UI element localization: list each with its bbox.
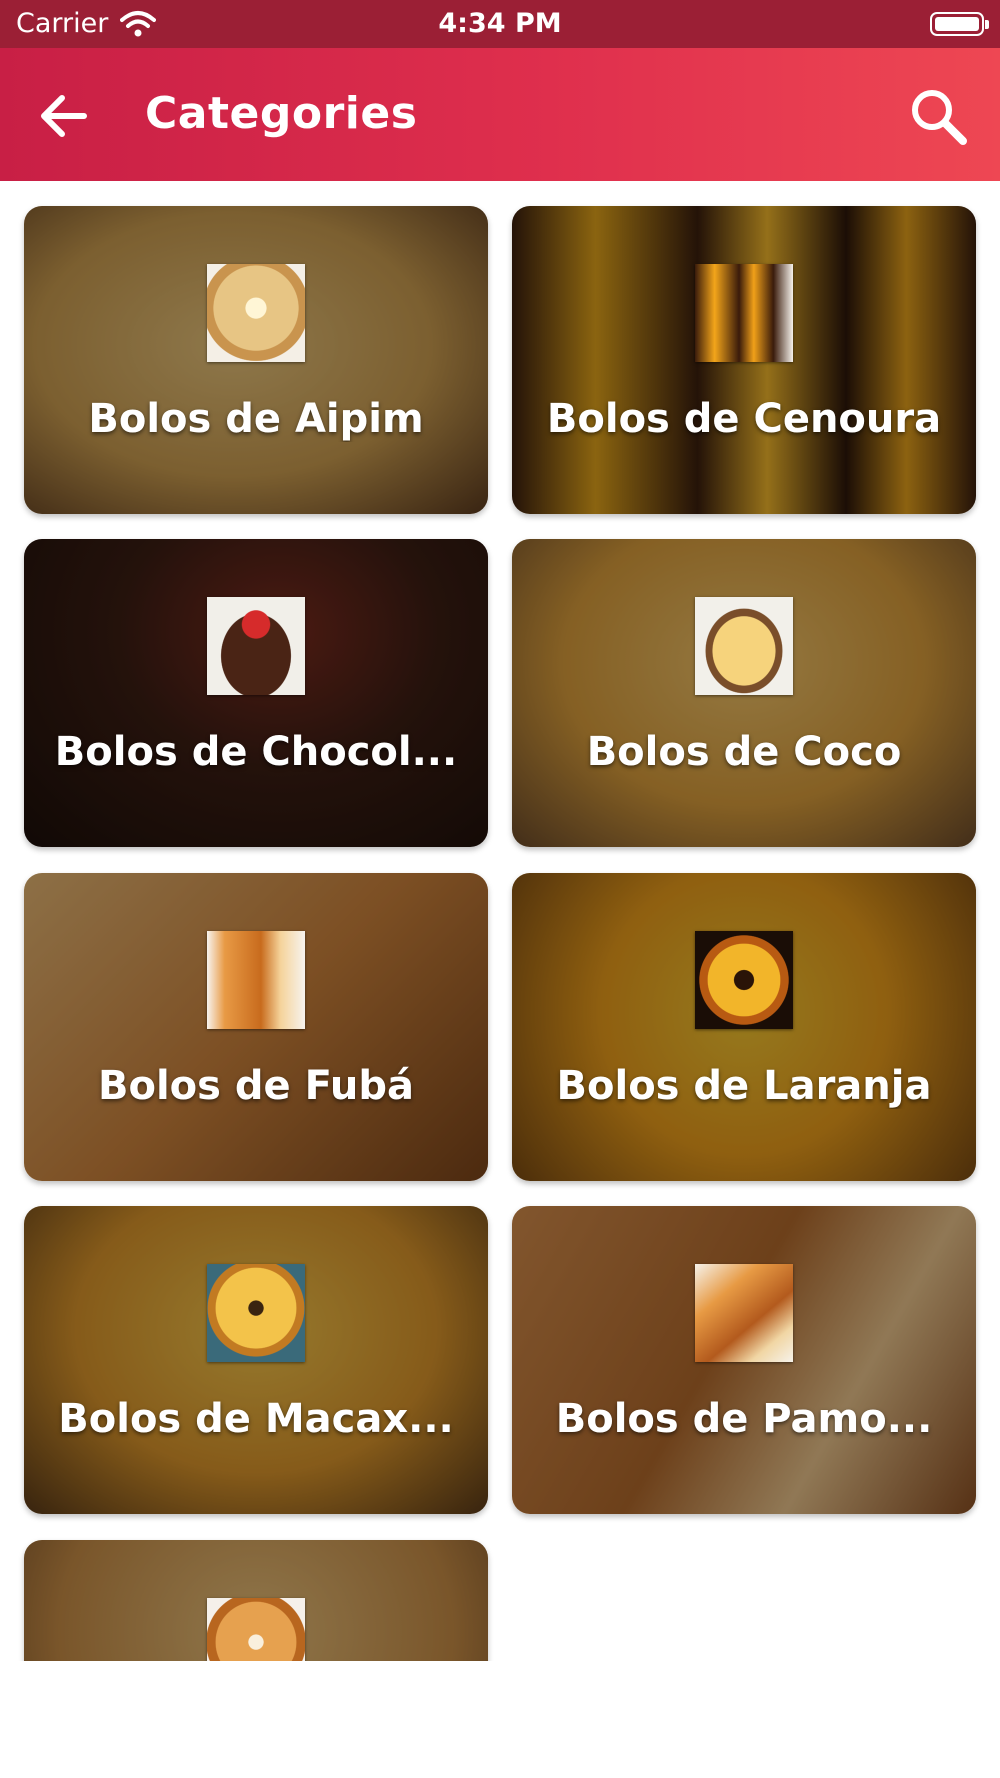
category-label: Bolos de Cenoura — [546, 396, 942, 442]
category-thumbnail — [695, 931, 793, 1029]
category-card[interactable] — [24, 1540, 488, 1661]
category-label: Bolos de Fubá — [97, 1063, 414, 1109]
category-label: Bolos de Pamo... — [555, 1396, 933, 1442]
category-thumbnail — [207, 1264, 305, 1362]
app-bar: Categories — [0, 48, 1000, 181]
category-card[interactable]: Bolos de Aipim — [24, 206, 488, 514]
status-time: 4:34 PM — [438, 8, 562, 39]
category-label: Bolos de Laranja — [556, 1063, 932, 1109]
category-thumbnail — [695, 264, 793, 362]
battery-icon — [930, 12, 989, 36]
category-label: Bolos de Chocol... — [54, 729, 458, 775]
category-thumbnail — [207, 1598, 305, 1661]
arrow-left-icon[interactable] — [36, 88, 92, 144]
status-bar: Carrier 4:34 PM — [0, 0, 1000, 48]
category-card[interactable]: Bolos de Macax... — [24, 1206, 488, 1514]
category-thumbnail — [207, 931, 305, 1029]
page-title: Categories — [145, 88, 418, 139]
category-thumbnail — [695, 597, 793, 695]
category-thumbnail — [695, 1264, 793, 1362]
category-card[interactable]: Bolos de Coco — [512, 539, 976, 847]
category-label: Bolos de Aipim — [88, 396, 424, 442]
category-grid: Bolos de Aipim Bolos de Cenoura Bolos de… — [0, 181, 1000, 1661]
category-thumbnail — [207, 597, 305, 695]
category-card[interactable]: Bolos de Cenoura — [512, 206, 976, 514]
category-label: Bolos de Coco — [586, 729, 902, 775]
category-card[interactable]: Bolos de Fubá — [24, 873, 488, 1181]
search-icon[interactable] — [906, 84, 970, 148]
category-card[interactable]: Bolos de Laranja — [512, 873, 976, 1181]
category-label: Bolos de Macax... — [58, 1396, 454, 1442]
bottom-blank-area — [0, 1661, 1000, 1778]
category-card[interactable]: Bolos de Chocol... — [24, 539, 488, 847]
category-card[interactable]: Bolos de Pamo... — [512, 1206, 976, 1514]
category-thumbnail — [207, 264, 305, 362]
